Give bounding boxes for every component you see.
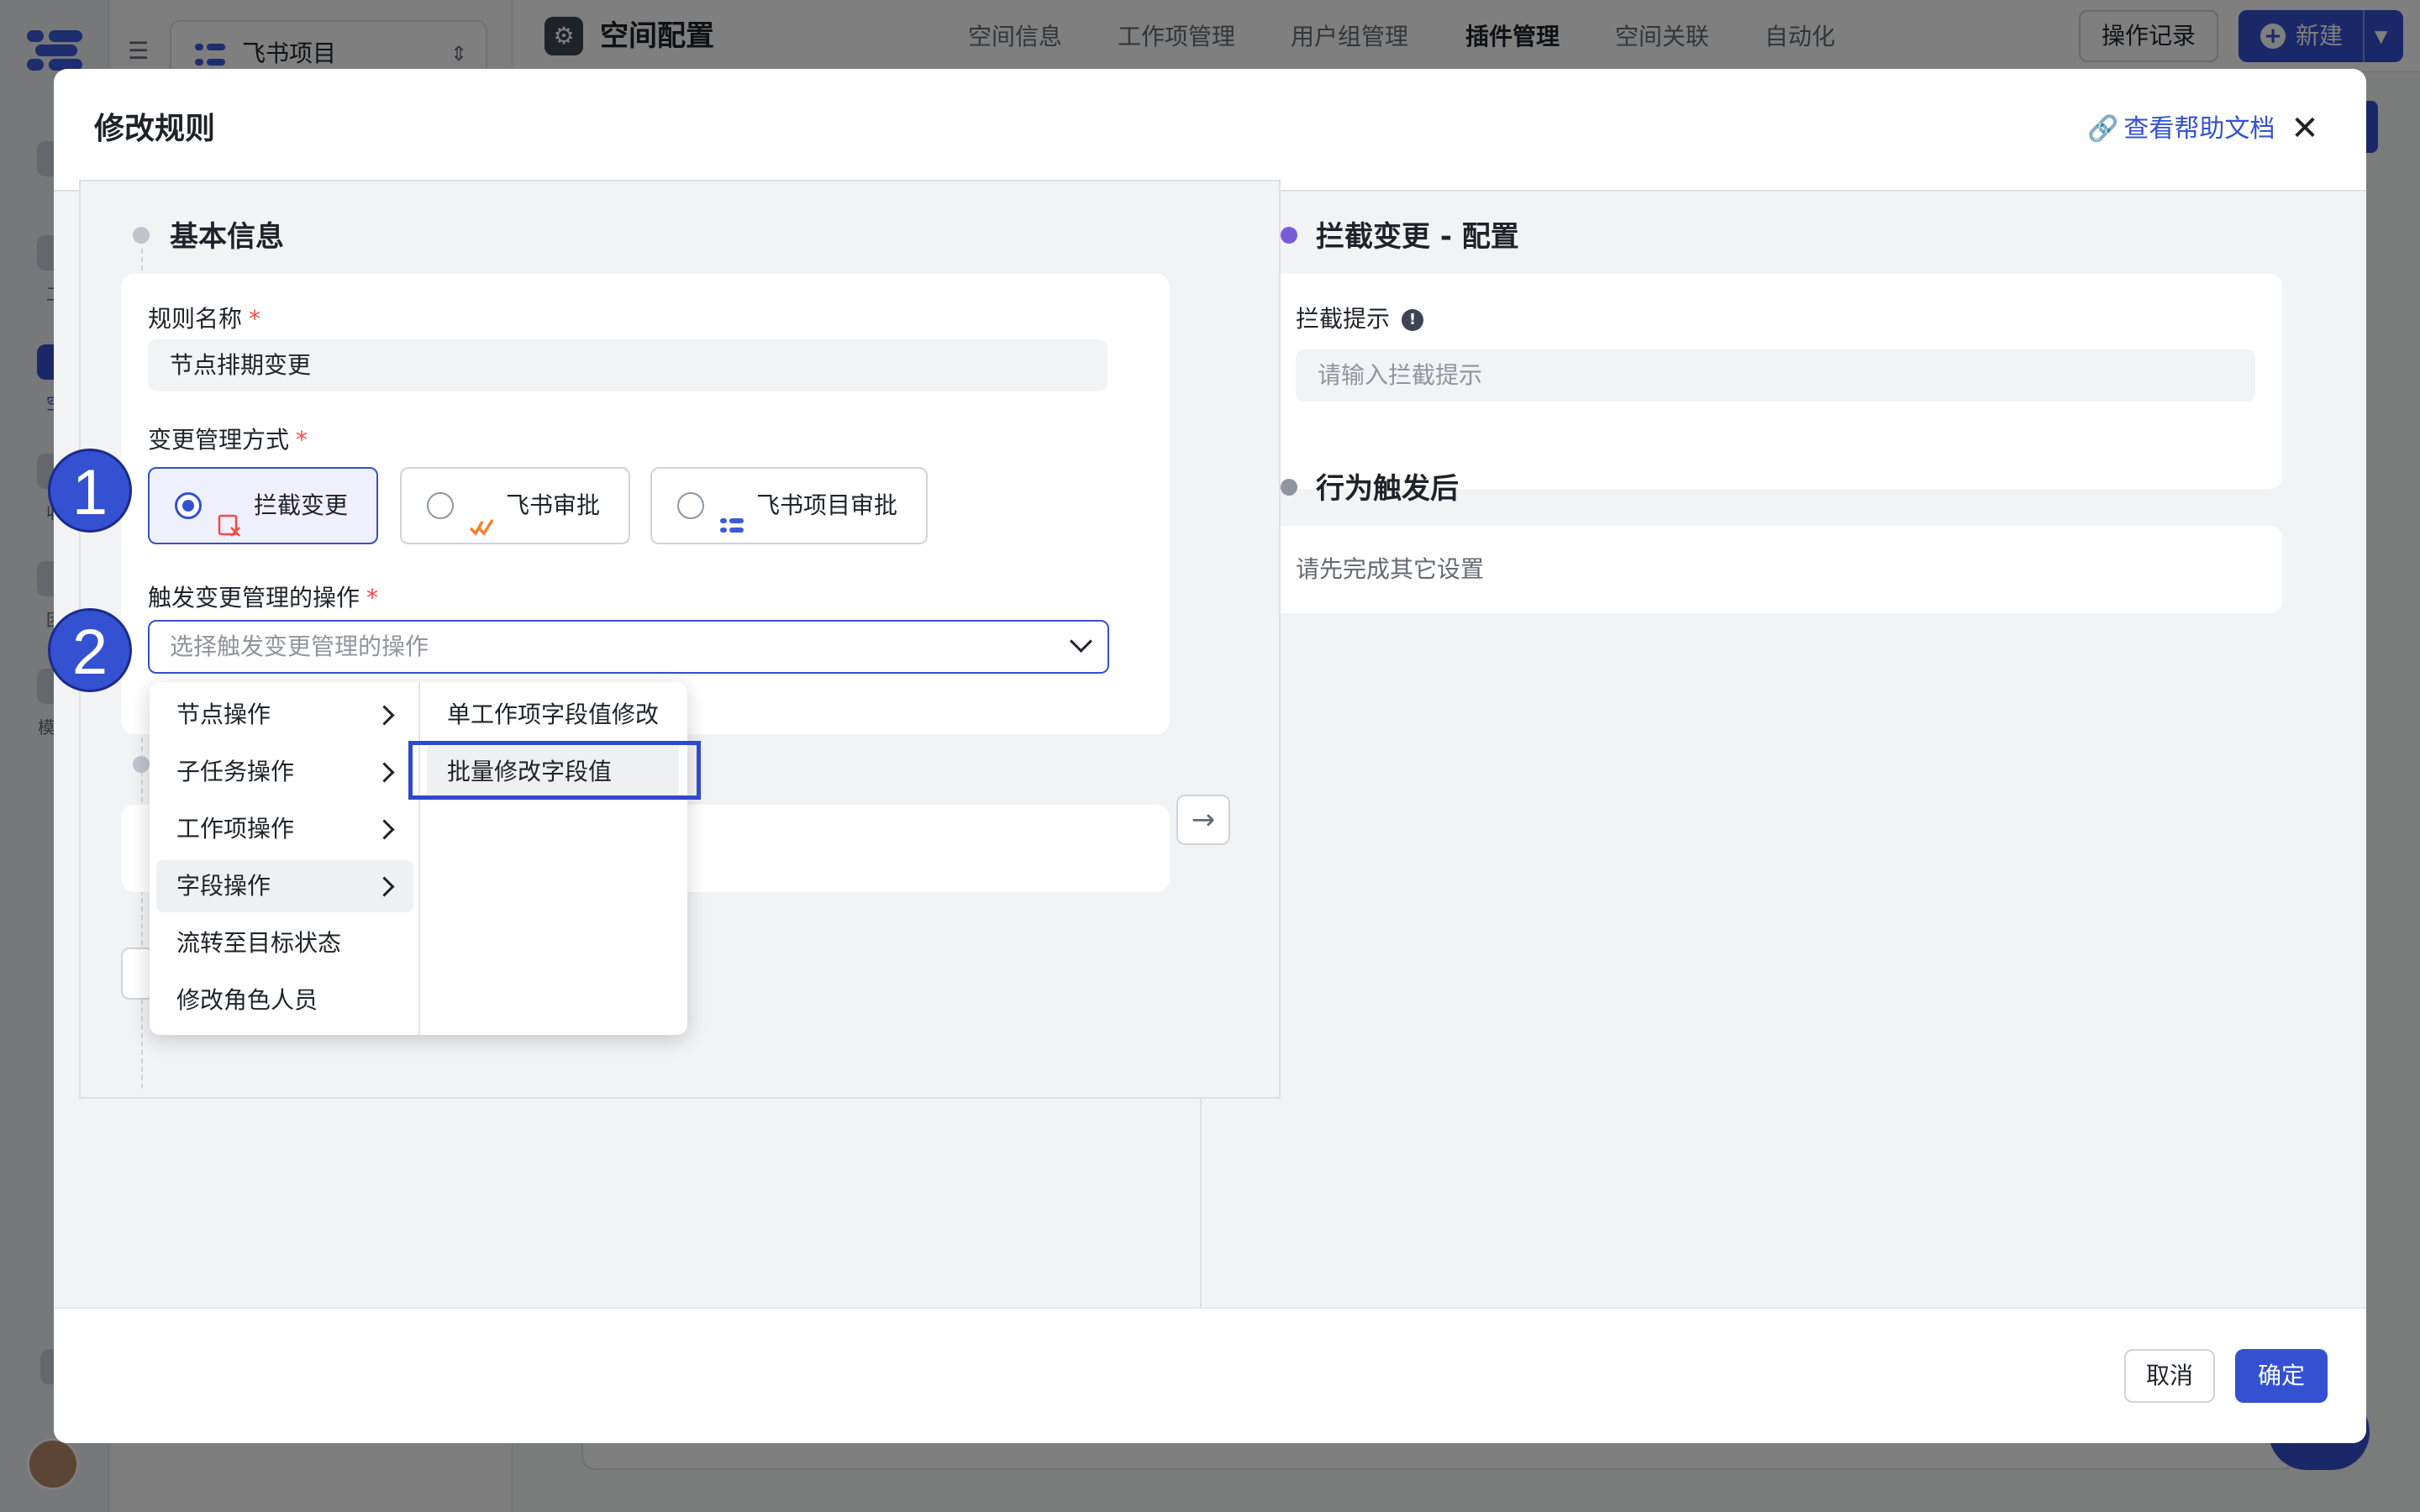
section-dot — [133, 756, 150, 773]
modal-title: 修改规则 — [94, 112, 216, 146]
menu-item-field-ops[interactable]: 字段操作 — [156, 860, 413, 912]
rule-name-input[interactable]: 节点排期变更 — [148, 339, 1107, 391]
basic-info-title: 基本信息 — [170, 220, 284, 254]
modal-footer — [54, 1307, 2366, 1443]
menu-item-label: 修改角色人员 — [176, 986, 318, 1014]
project-approval-icon — [719, 494, 744, 533]
menu-item-subtask-ops[interactable]: 子任务操作 — [156, 746, 413, 798]
chevron-down-icon — [1070, 630, 1092, 653]
chevron-right-icon — [374, 705, 395, 726]
after-trigger-title: 行为触发后 — [1316, 472, 1459, 506]
mode-option-feishu-approval[interactable]: 飞书审批 — [400, 467, 630, 544]
link-icon: 🔗 — [2087, 114, 2119, 144]
intercept-config-title: 拦截变更 - 配置 — [1316, 220, 1519, 254]
trigger-select-placeholder: 选择触发变更管理的操作 — [170, 633, 429, 660]
confirm-button[interactable]: 确定 — [2235, 1349, 2328, 1403]
operation-cascader: 节点操作 子任务操作 工作项操作 字段操作 流转至目标状态 修改角色人员 单工作… — [150, 682, 687, 1035]
help-doc-link[interactable]: 🔗 查看帮助文档 — [2087, 111, 2275, 148]
menu-item-label: 字段操作 — [176, 872, 271, 900]
menu-column-divider — [418, 682, 420, 1035]
required-mark: * — [366, 584, 379, 612]
after-trigger-card: 请先完成其它设置 — [1269, 526, 2282, 613]
menu-item-label: 节点操作 — [176, 701, 271, 728]
menu-item-workitem-ops[interactable]: 工作项操作 — [156, 803, 413, 855]
menu-item-transition[interactable]: 流转至目标状态 — [156, 917, 413, 969]
mode-label: 变更管理方式 * — [148, 423, 308, 457]
trigger-label-text: 触发变更管理的操作 — [148, 584, 360, 612]
highlight-box — [408, 741, 701, 800]
feishu-approval-icon — [469, 494, 494, 536]
menu-item-role-change[interactable]: 修改角色人员 — [156, 974, 413, 1026]
mode-intercept-label: 拦截变更 — [254, 491, 349, 519]
mode-option-intercept[interactable]: 拦截变更 — [148, 467, 378, 544]
arrow-right-icon[interactable]: → — [1176, 795, 1230, 845]
chevron-right-icon — [374, 762, 395, 783]
rule-name-label-text: 规则名称 — [148, 305, 243, 333]
section-dot — [133, 227, 150, 244]
chevron-right-icon — [374, 819, 395, 840]
step-badge-2: 2 — [48, 608, 132, 692]
help-doc-label: 查看帮助文档 — [2123, 114, 2275, 144]
cancel-button[interactable]: 取消 — [2124, 1349, 2215, 1403]
mode-feishu-approval-label: 飞书审批 — [506, 491, 601, 519]
basic-info-card: 规则名称 * 节点排期变更 变更管理方式 * 拦截变更 飞书审批 飞书项目审批 触发… — [121, 274, 1170, 734]
info-icon[interactable]: ! — [1402, 309, 1424, 331]
mode-label-text: 变更管理方式 — [148, 426, 290, 454]
intercept-config-card: 拦截提示! 请输入拦截提示 — [1269, 274, 2282, 489]
trigger-label: 触发变更管理的操作 * — [148, 581, 378, 615]
mode-project-approval-label: 飞书项目审批 — [756, 491, 898, 519]
trigger-select[interactable]: 选择触发变更管理的操作 — [148, 620, 1109, 674]
radio-unselected[interactable] — [427, 492, 454, 519]
intercept-hint-label: 拦截提示! — [1296, 302, 1424, 336]
menu-item-node-ops[interactable]: 节点操作 — [156, 689, 413, 741]
after-trigger-note: 请先完成其它设置 — [1296, 555, 1485, 583]
section-dot — [1281, 227, 1297, 244]
section-dot — [1281, 479, 1297, 496]
intercept-hint-label-text: 拦截提示 — [1296, 305, 1391, 333]
chevron-right-icon — [374, 876, 395, 897]
menu-item-label: 工作项操作 — [176, 815, 295, 843]
required-mark: * — [249, 305, 261, 333]
radio-unselected[interactable] — [677, 492, 704, 519]
intercept-hint-input[interactable]: 请输入拦截提示 — [1296, 349, 2255, 402]
mode-option-project-approval[interactable]: 飞书项目审批 — [650, 467, 928, 544]
submenu-item-single-field[interactable]: 单工作项字段值修改 — [427, 689, 679, 741]
close-icon[interactable]: ✕ — [2284, 108, 2326, 150]
required-mark: * — [296, 426, 308, 454]
menu-item-label: 子任务操作 — [176, 758, 295, 785]
menu-item-label: 流转至目标状态 — [176, 929, 342, 957]
step-badge-1: 1 — [48, 449, 132, 533]
rule-name-label: 规则名称 * — [148, 302, 260, 336]
intercept-icon — [217, 494, 242, 537]
radio-selected[interactable] — [175, 492, 202, 519]
